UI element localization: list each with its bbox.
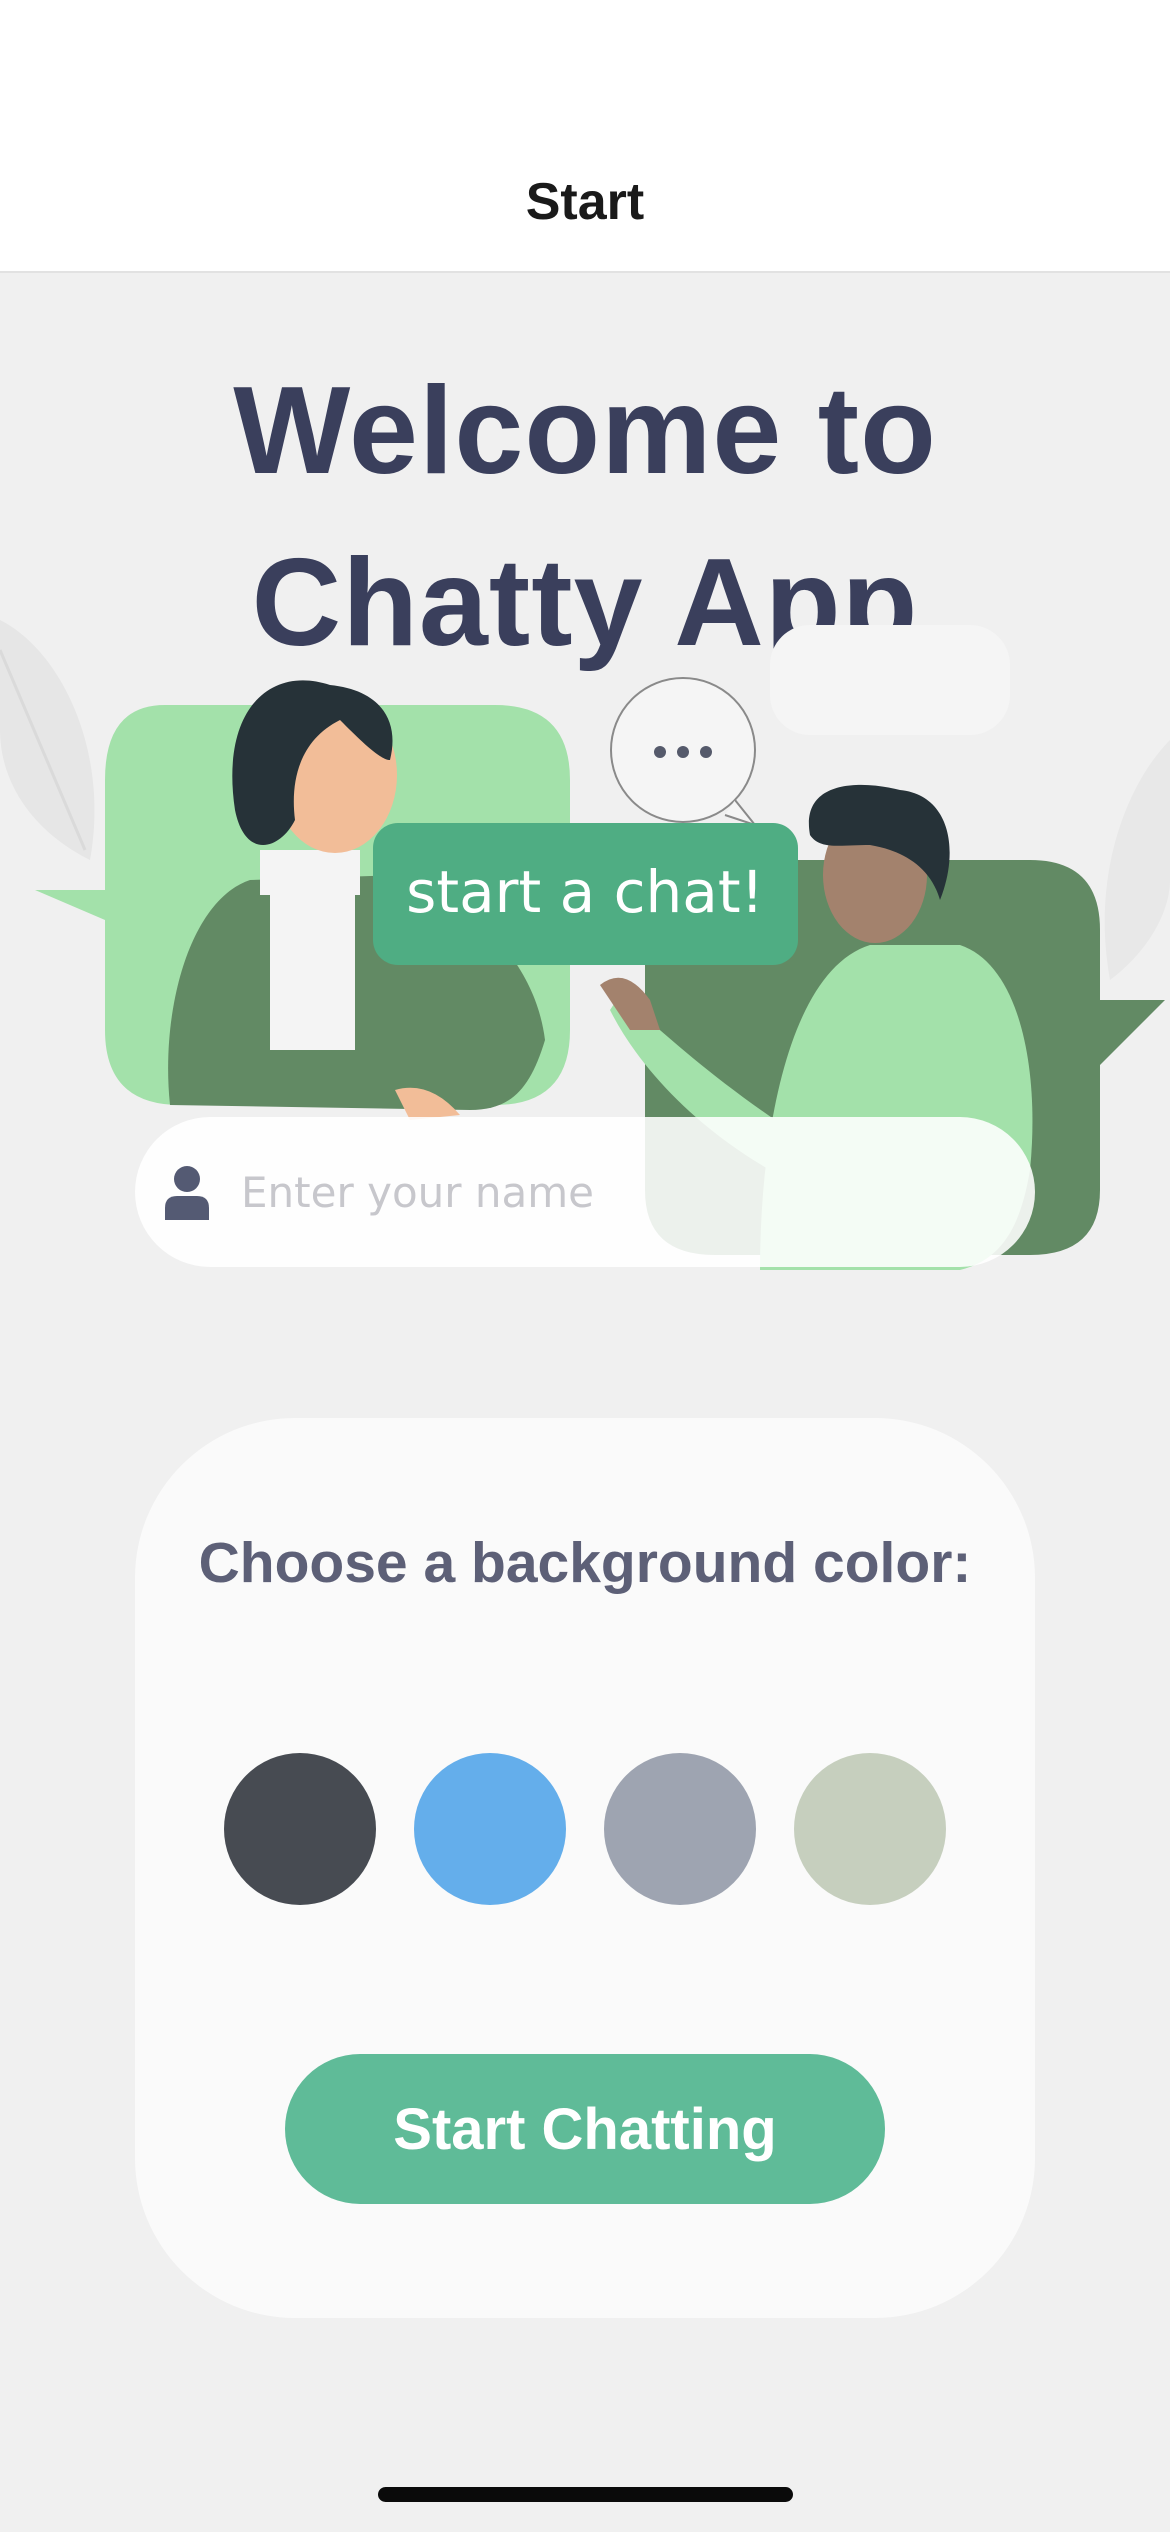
leaf-decoration-right bbox=[1104, 740, 1170, 980]
color-swatch-sage[interactable] bbox=[794, 1753, 946, 1905]
leaf-decoration-left bbox=[0, 620, 95, 860]
start-chatting-button[interactable]: Start Chatting bbox=[285, 2054, 885, 2204]
start-chat-bubble-text: start a chat! bbox=[406, 858, 764, 926]
navigation-bar: Start bbox=[0, 0, 1170, 273]
typing-bubble bbox=[610, 677, 758, 828]
options-panel: Choose a background color: Start Chattin… bbox=[135, 1418, 1035, 2318]
home-indicator[interactable] bbox=[378, 2487, 793, 2502]
color-swatch-gray-blue[interactable] bbox=[604, 1753, 756, 1905]
background-color-label: Choose a background color: bbox=[198, 1531, 972, 1595]
color-swatch-blue[interactable] bbox=[414, 1753, 566, 1905]
welcome-line-1: Welcome to bbox=[233, 362, 937, 500]
color-swatch-dark-gray[interactable] bbox=[224, 1753, 376, 1905]
person-icon bbox=[165, 1166, 209, 1220]
name-field[interactable] bbox=[135, 1117, 1035, 1267]
faint-bubble-decoration bbox=[770, 625, 1010, 735]
name-input[interactable] bbox=[239, 1166, 1035, 1218]
page-title: Start bbox=[525, 173, 645, 231]
color-swatch-list bbox=[224, 1753, 946, 1905]
